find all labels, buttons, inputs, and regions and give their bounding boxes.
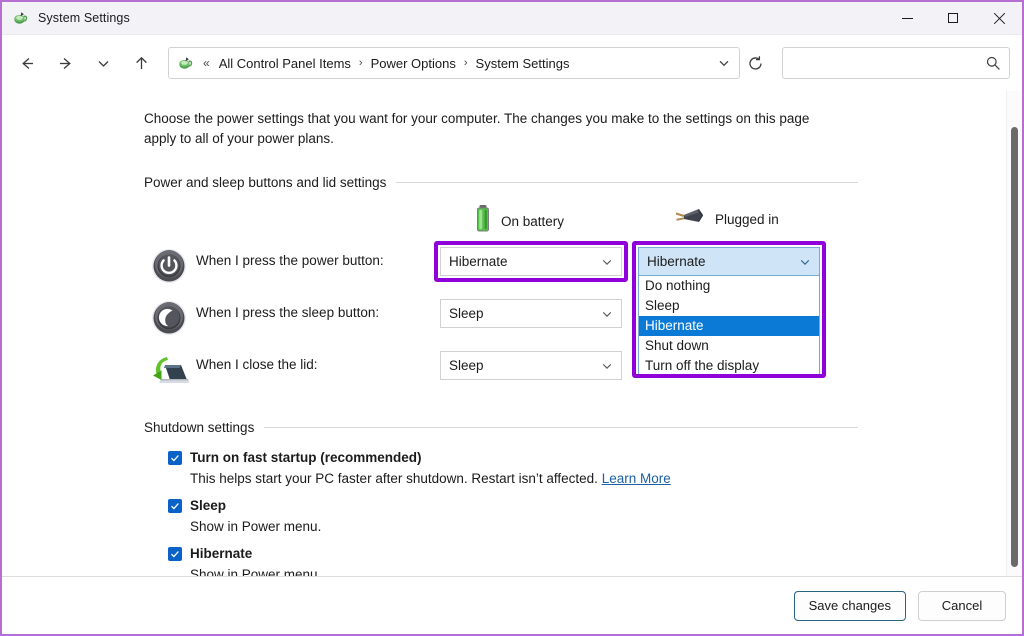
checkbox-row-sleep: Sleep Show in Power menu. bbox=[144, 497, 858, 537]
setting-row-close-lid: When I close the lid: Sleep bbox=[144, 346, 858, 398]
scrollbar-thumb[interactable] bbox=[1011, 127, 1018, 567]
checkbox-label: Sleep bbox=[190, 498, 227, 513]
navigation-bar: « All Control Panel Items › Power Option… bbox=[2, 35, 1022, 91]
checkbox-description-text: This helps start your PC faster after sh… bbox=[190, 471, 602, 486]
system-settings-window: System Settings « All Control Panel Item… bbox=[0, 0, 1024, 636]
power-button-icon bbox=[148, 245, 190, 287]
title-bar: System Settings bbox=[2, 2, 1022, 35]
column-label: Plugged in bbox=[715, 212, 779, 227]
breadcrumb-overflow[interactable]: « bbox=[200, 53, 213, 73]
breadcrumb-separator-1[interactable]: › bbox=[462, 54, 470, 72]
refresh-button[interactable] bbox=[740, 49, 770, 77]
section-title: Shutdown settings bbox=[144, 420, 255, 435]
breadcrumb: « All Control Panel Items › Power Option… bbox=[200, 53, 711, 74]
arrow-right-icon bbox=[59, 57, 71, 69]
setting-label: When I press the sleep button: bbox=[196, 305, 380, 320]
breadcrumb-item-1[interactable]: Power Options bbox=[365, 53, 462, 74]
window-controls bbox=[884, 2, 1022, 34]
column-header-on-battery: On battery bbox=[474, 204, 564, 239]
combobox-value: Sleep bbox=[449, 358, 484, 373]
checkbox-description: This helps start your PC faster after sh… bbox=[190, 467, 858, 489]
battery-icon bbox=[474, 204, 492, 239]
breadcrumb-separator-0[interactable]: › bbox=[357, 54, 365, 72]
save-changes-button[interactable]: Save changes bbox=[793, 590, 906, 621]
close-button[interactable] bbox=[976, 2, 1022, 34]
checkbox-hibernate[interactable] bbox=[168, 547, 182, 561]
content-area: Choose the power settings that you want … bbox=[2, 91, 1022, 576]
title-bar-left: System Settings bbox=[2, 10, 130, 27]
section-title: Power and sleep buttons and lid settings bbox=[144, 175, 387, 190]
cancel-button[interactable]: Cancel bbox=[918, 590, 1006, 621]
maximize-icon bbox=[948, 13, 958, 23]
up-button[interactable] bbox=[122, 44, 160, 82]
checkbox-row-fast-startup: Turn on fast startup (recommended) This … bbox=[144, 449, 858, 489]
arrow-up-icon bbox=[135, 56, 147, 69]
checkbox-description: Show in Power menu. bbox=[190, 519, 322, 534]
settings-inner: Choose the power settings that you want … bbox=[2, 91, 1006, 576]
chevron-down-icon bbox=[719, 60, 729, 67]
window-title: System Settings bbox=[38, 11, 130, 25]
arrow-left-icon bbox=[21, 57, 33, 69]
combobox-power-button-on-battery[interactable]: Hibernate bbox=[440, 247, 622, 276]
section-divider bbox=[264, 427, 858, 428]
combobox-value: Hibernate bbox=[647, 254, 706, 269]
close-icon bbox=[993, 12, 1006, 25]
recent-locations-button[interactable] bbox=[84, 44, 122, 82]
forward-button[interactable] bbox=[46, 44, 84, 82]
setting-label: When I press the power button: bbox=[196, 253, 384, 268]
learn-more-link[interactable]: Learn More bbox=[602, 471, 671, 486]
chevron-down-icon bbox=[98, 60, 108, 67]
minimize-button[interactable] bbox=[884, 2, 930, 34]
setting-label: When I close the lid: bbox=[196, 357, 318, 372]
section-divider bbox=[396, 182, 858, 183]
laptop-lid-icon bbox=[148, 349, 190, 391]
address-history-button[interactable] bbox=[711, 49, 737, 77]
section-header-power-buttons: Power and sleep buttons and lid settings bbox=[144, 175, 858, 190]
sleep-button-icon bbox=[148, 297, 190, 339]
address-bar[interactable]: « All Control Panel Items › Power Option… bbox=[168, 47, 740, 79]
vertical-scrollbar[interactable] bbox=[1006, 91, 1022, 576]
combobox-sleep-button-on-battery[interactable]: Sleep bbox=[440, 299, 622, 328]
combobox-value: Sleep bbox=[449, 306, 484, 321]
maximize-button[interactable] bbox=[930, 2, 976, 34]
column-label: On battery bbox=[501, 214, 565, 229]
column-headers: On battery Plugged in bbox=[144, 204, 858, 242]
dropdown-option-0[interactable]: Do nothing bbox=[639, 276, 819, 296]
setting-row-power-button: When I press the power button: Hibernate… bbox=[144, 241, 858, 378]
chevron-down-icon bbox=[601, 308, 613, 320]
checkbox-description: Show in Power menu. bbox=[190, 567, 322, 576]
breadcrumb-item-2[interactable]: System Settings bbox=[470, 53, 576, 74]
checkbox-sleep[interactable] bbox=[168, 499, 182, 513]
combobox-value: Hibernate bbox=[449, 254, 508, 269]
section-header-shutdown: Shutdown settings bbox=[144, 420, 858, 435]
checkbox-fast-startup[interactable] bbox=[168, 451, 182, 465]
combobox-power-button-plugged-in[interactable]: Hibernate bbox=[638, 247, 820, 276]
power-plug-icon bbox=[672, 204, 706, 235]
back-button[interactable] bbox=[8, 44, 46, 82]
search-icon[interactable] bbox=[985, 55, 1001, 71]
chevron-down-icon bbox=[799, 256, 811, 268]
dialog-footer: Save changes Cancel bbox=[2, 576, 1022, 634]
breadcrumb-item-0[interactable]: All Control Panel Items bbox=[213, 53, 357, 74]
control-panel-icon bbox=[12, 10, 29, 27]
intro-text: Choose the power settings that you want … bbox=[144, 111, 810, 146]
minimize-icon bbox=[901, 17, 913, 19]
search-box[interactable] bbox=[782, 47, 1010, 79]
setting-row-sleep-button: When I press the sleep button: Sleep bbox=[144, 294, 858, 346]
address-control-panel-icon bbox=[177, 55, 194, 72]
checkbox-label: Turn on fast startup (recommended) bbox=[190, 450, 422, 465]
checkbox-label: Hibernate bbox=[190, 546, 253, 561]
search-input[interactable] bbox=[791, 54, 985, 72]
checkbox-row-hibernate: Hibernate Show in Power menu. bbox=[144, 545, 858, 576]
chevron-down-icon bbox=[601, 360, 613, 372]
chevron-down-icon bbox=[601, 256, 613, 268]
settings-panel: Choose the power settings that you want … bbox=[2, 91, 1006, 576]
refresh-icon bbox=[748, 55, 762, 70]
combobox-close-lid-on-battery[interactable]: Sleep bbox=[440, 351, 622, 380]
column-header-plugged-in: Plugged in bbox=[672, 204, 779, 235]
